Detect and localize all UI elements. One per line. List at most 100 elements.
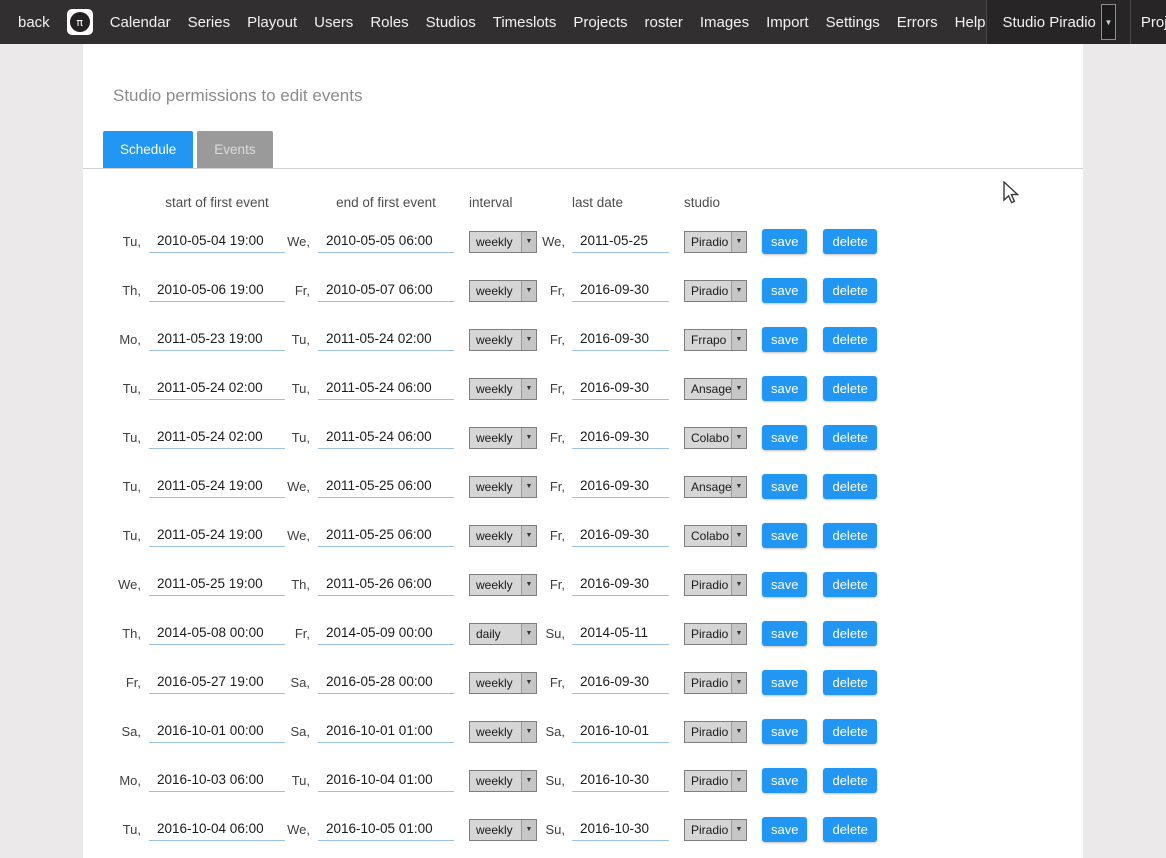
start-input[interactable]: [149, 671, 285, 694]
interval-select[interactable]: weekly ▼: [469, 770, 537, 792]
delete-button[interactable]: delete: [823, 229, 876, 254]
delete-button[interactable]: delete: [823, 523, 876, 548]
studio-select[interactable]: Frrapo ▼: [684, 329, 747, 351]
save-button[interactable]: save: [762, 768, 807, 793]
last-date-input[interactable]: [572, 377, 669, 400]
start-input[interactable]: [149, 279, 285, 302]
nav-item-roles[interactable]: Roles: [370, 14, 408, 31]
save-button[interactable]: save: [762, 327, 807, 352]
end-input[interactable]: [318, 426, 454, 449]
interval-select[interactable]: weekly ▼: [469, 672, 537, 694]
save-button[interactable]: save: [762, 278, 807, 303]
end-input[interactable]: [318, 328, 454, 351]
interval-select[interactable]: weekly ▼: [469, 231, 537, 253]
end-input[interactable]: [318, 377, 454, 400]
studio-select[interactable]: Colabo ▼: [684, 427, 747, 449]
delete-button[interactable]: delete: [823, 278, 876, 303]
nav-item-playout[interactable]: Playout: [247, 14, 297, 31]
nav-item-studios[interactable]: Studios: [426, 14, 476, 31]
delete-button[interactable]: delete: [823, 817, 876, 842]
studio-select[interactable]: Piradio ▼: [684, 623, 747, 645]
save-button[interactable]: save: [762, 474, 807, 499]
end-input[interactable]: [318, 671, 454, 694]
interval-select[interactable]: weekly ▼: [469, 378, 537, 400]
nav-item-series[interactable]: Series: [188, 14, 231, 31]
interval-select[interactable]: weekly ▼: [469, 525, 537, 547]
last-date-input[interactable]: [572, 818, 669, 841]
start-input[interactable]: [149, 328, 285, 351]
studio-select[interactable]: Ansage ▼: [684, 378, 747, 400]
studio-select[interactable]: Piradio ▼: [684, 574, 747, 596]
interval-select[interactable]: weekly ▼: [469, 476, 537, 498]
tab-events[interactable]: Events: [197, 131, 272, 168]
studio-select[interactable]: Piradio ▼: [684, 819, 747, 841]
studio-select[interactable]: Piradio ▼: [684, 231, 747, 253]
save-button[interactable]: save: [762, 621, 807, 646]
start-input[interactable]: [149, 720, 285, 743]
save-button[interactable]: save: [762, 670, 807, 695]
interval-select[interactable]: weekly ▼: [469, 427, 537, 449]
interval-select[interactable]: weekly ▼: [469, 280, 537, 302]
save-button[interactable]: save: [762, 817, 807, 842]
nav-item-settings[interactable]: Settings: [826, 14, 880, 31]
studio-select[interactable]: Colabo ▼: [684, 525, 747, 547]
studio-select[interactable]: Piradio ▼: [684, 280, 747, 302]
last-date-input[interactable]: [572, 328, 669, 351]
start-input[interactable]: [149, 426, 285, 449]
app-logo[interactable]: π: [67, 9, 93, 35]
last-date-input[interactable]: [572, 475, 669, 498]
interval-select[interactable]: weekly ▼: [469, 819, 537, 841]
delete-button[interactable]: delete: [823, 572, 876, 597]
end-input[interactable]: [318, 279, 454, 302]
save-button[interactable]: save: [762, 719, 807, 744]
studio-select[interactable]: Piradio ▼: [684, 672, 747, 694]
save-button[interactable]: save: [762, 523, 807, 548]
interval-select[interactable]: daily ▼: [469, 623, 537, 645]
studio-selector-caret-button[interactable]: ▼: [1101, 4, 1116, 40]
delete-button[interactable]: delete: [823, 425, 876, 450]
delete-button[interactable]: delete: [823, 327, 876, 352]
nav-item-projects[interactable]: Projects: [573, 14, 627, 31]
start-input[interactable]: [149, 573, 285, 596]
delete-button[interactable]: delete: [823, 768, 876, 793]
nav-item-errors[interactable]: Errors: [897, 14, 938, 31]
back-link[interactable]: back: [18, 14, 50, 31]
last-date-input[interactable]: [572, 622, 669, 645]
project-selector-label[interactable]: Project 88vier: [1141, 14, 1166, 31]
start-input[interactable]: [149, 475, 285, 498]
interval-select[interactable]: weekly ▼: [469, 329, 537, 351]
studio-select[interactable]: Piradio ▼: [684, 770, 747, 792]
tab-schedule[interactable]: Schedule: [103, 131, 193, 168]
last-date-input[interactable]: [572, 426, 669, 449]
nav-item-calendar[interactable]: Calendar: [110, 14, 171, 31]
nav-item-images[interactable]: Images: [700, 14, 749, 31]
start-input[interactable]: [149, 230, 285, 253]
end-input[interactable]: [318, 769, 454, 792]
end-input[interactable]: [318, 622, 454, 645]
end-input[interactable]: [318, 524, 454, 547]
nav-item-timeslots[interactable]: Timeslots: [493, 14, 557, 31]
save-button[interactable]: save: [762, 376, 807, 401]
last-date-input[interactable]: [572, 279, 669, 302]
start-input[interactable]: [149, 818, 285, 841]
last-date-input[interactable]: [572, 671, 669, 694]
start-input[interactable]: [149, 377, 285, 400]
interval-select[interactable]: weekly ▼: [469, 721, 537, 743]
nav-item-users[interactable]: Users: [314, 14, 353, 31]
last-date-input[interactable]: [572, 573, 669, 596]
save-button[interactable]: save: [762, 425, 807, 450]
nav-item-roster[interactable]: roster: [645, 14, 683, 31]
delete-button[interactable]: delete: [823, 376, 876, 401]
end-input[interactable]: [318, 475, 454, 498]
studio-select[interactable]: Piradio ▼: [684, 721, 747, 743]
start-input[interactable]: [149, 769, 285, 792]
last-date-input[interactable]: [572, 769, 669, 792]
interval-select[interactable]: weekly ▼: [469, 574, 537, 596]
end-input[interactable]: [318, 573, 454, 596]
studio-select[interactable]: Ansage ▼: [684, 476, 747, 498]
save-button[interactable]: save: [762, 229, 807, 254]
studio-selector-label[interactable]: Studio Piradio: [1003, 14, 1096, 31]
save-button[interactable]: save: [762, 572, 807, 597]
nav-item-help[interactable]: Help: [955, 14, 986, 31]
end-input[interactable]: [318, 720, 454, 743]
